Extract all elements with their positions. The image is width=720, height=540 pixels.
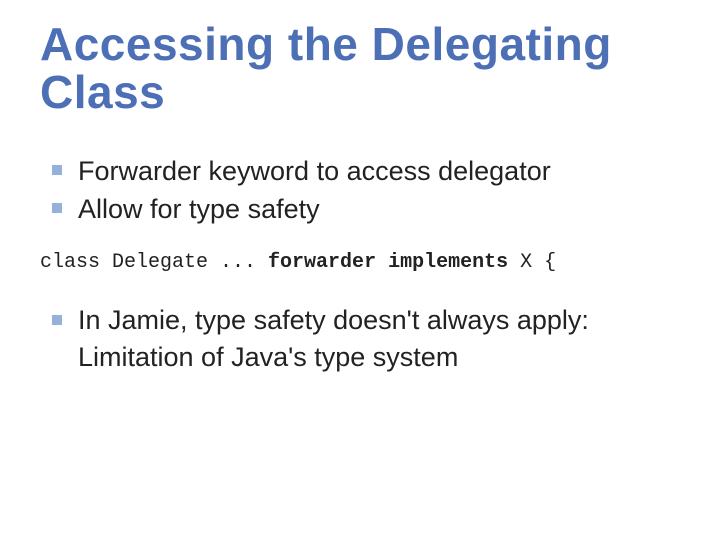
code-text: class Delegate ... <box>40 251 268 274</box>
list-item: In Jamie, type safety doesn't always app… <box>40 302 680 375</box>
bullet-list-top: Forwarder keyword to access delegator Al… <box>40 153 680 228</box>
list-item: Allow for type safety <box>40 191 680 227</box>
slide: Accessing the Delegating Class Forwarder… <box>0 0 720 540</box>
slide-title: Accessing the Delegating Class <box>40 20 680 117</box>
code-keyword-implements: implements <box>388 251 508 274</box>
list-item: Forwarder keyword to access delegator <box>40 153 680 189</box>
code-text: X { <box>508 251 556 274</box>
code-snippet: class Delegate ... forwarder implements … <box>40 251 680 274</box>
code-keyword-forwarder: forwarder <box>268 251 376 274</box>
code-text <box>376 251 388 274</box>
bullet-list-bottom: In Jamie, type safety doesn't always app… <box>40 302 680 375</box>
